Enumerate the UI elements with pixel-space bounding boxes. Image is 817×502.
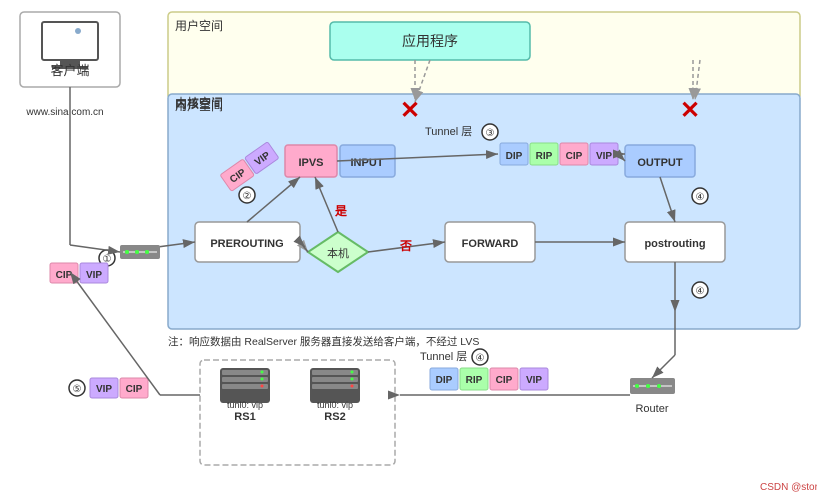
- svg-text:VIP: VIP: [526, 375, 542, 386]
- svg-text:④: ④: [696, 286, 705, 297]
- tunnel-label-1: Tunnel 层: [425, 125, 472, 138]
- svg-text:RS1: RS1: [234, 411, 255, 423]
- svg-text:DIP: DIP: [506, 151, 523, 162]
- forward-label: FORWARD: [462, 238, 519, 250]
- svg-text:④: ④: [696, 192, 705, 203]
- svg-text:VIP: VIP: [96, 384, 112, 395]
- svg-text:⑤: ⑤: [73, 384, 82, 395]
- svg-text:CIP: CIP: [228, 167, 248, 186]
- ipvs-label: IPVS: [298, 157, 323, 169]
- svg-text:RS2: RS2: [324, 411, 345, 423]
- x-mark-right: ✕: [680, 97, 700, 124]
- svg-text:VIP: VIP: [253, 150, 273, 168]
- svg-text:CIP: CIP: [496, 375, 513, 386]
- svg-text:用户空间: 用户空间: [175, 18, 223, 33]
- tunnel-label-bottom: Tunnel 层: [420, 350, 467, 363]
- svg-text:tunl0: vip: tunl0: vip: [227, 400, 263, 410]
- svg-text:RIP: RIP: [536, 151, 553, 162]
- svg-text:CIP: CIP: [56, 270, 73, 281]
- user-space-label: 用户空间: [175, 98, 223, 113]
- main-container: 应用程序 用户空间 内核空间 用户空间 内核空间 PREROUTING 本机 F…: [0, 0, 817, 502]
- yes-label: 是: [334, 204, 348, 218]
- prerouting-label: PREROUTING: [210, 238, 283, 250]
- svg-text:tunl0: vip: tunl0: vip: [317, 400, 353, 410]
- svg-text:②: ②: [243, 191, 252, 202]
- svg-text:内核空间: 内核空间: [175, 97, 223, 111]
- svg-text:DIP: DIP: [436, 375, 453, 386]
- svg-text:④: ④: [476, 353, 485, 364]
- app-label: 应用程序: [402, 33, 458, 49]
- router-label: Router: [635, 403, 668, 415]
- input-label: INPUT: [351, 157, 384, 169]
- svg-text:RIP: RIP: [466, 375, 483, 386]
- output-label: OUTPUT: [637, 157, 683, 169]
- no-label: 否: [399, 239, 412, 253]
- svg-text:CIP: CIP: [566, 151, 583, 162]
- postrouting-label: postrouting: [644, 238, 705, 250]
- client-label: 客户端: [50, 63, 89, 78]
- sina-label: www.sina.com.cn: [25, 107, 103, 118]
- local-host-label: 本机: [327, 246, 349, 260]
- diagram-svg: 应用程序 用户空间 内核空间 用户空间 内核空间 PREROUTING 本机 F…: [0, 0, 817, 502]
- kernel-space-label: 内核空间: [175, 96, 223, 110]
- svg-text:CIP: CIP: [126, 384, 143, 395]
- svg-text:③: ③: [486, 128, 495, 139]
- note-text: 注：响应数据由 RealServer 服务器直接发送给客户端，不经过 LVS: [168, 335, 479, 348]
- svg-text:VIP: VIP: [596, 151, 612, 162]
- svg-text:VIP: VIP: [86, 270, 102, 281]
- watermark: CSDN @stormsha: [760, 482, 817, 493]
- x-mark-left: ✕: [400, 97, 420, 124]
- svg-text:①: ①: [103, 254, 112, 265]
